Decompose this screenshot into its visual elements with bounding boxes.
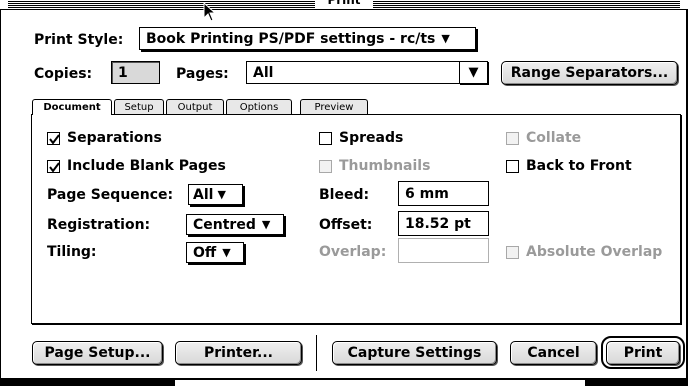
copies-label: Copies: (34, 66, 93, 82)
button-divider (316, 335, 317, 371)
collate-label: Collate (526, 130, 582, 146)
pages-label: Pages: (176, 66, 229, 82)
tab-preview[interactable]: Preview (300, 99, 368, 114)
tab-setup[interactable]: Setup (114, 99, 164, 114)
window-title: Print (315, 0, 373, 9)
thumbnails-label: Thumbnails (339, 158, 431, 174)
checkbox-box (506, 159, 519, 173)
print-style-value: Book Printing PS/PDF settings - rc/ts (146, 30, 436, 47)
tab-options[interactable]: Options (226, 99, 292, 114)
capture-settings-button[interactable]: Capture Settings (332, 341, 497, 365)
absolute-overlap-label: Absolute Overlap (526, 244, 663, 260)
bleed-label: Bleed: (319, 187, 370, 203)
checkbox-box (47, 131, 60, 145)
arrow-cursor-icon (203, 2, 217, 22)
page-sequence-popup[interactable]: All ▼ (188, 184, 243, 205)
collate-checkbox: Collate (506, 130, 581, 146)
checkbox-box (506, 245, 519, 259)
print-style-label: Print Style: (34, 32, 124, 48)
thumbnails-checkbox: Thumbnails (319, 158, 430, 174)
spreads-label: Spreads (339, 130, 404, 146)
include-blank-pages-checkbox[interactable]: Include Blank Pages (47, 158, 226, 174)
copies-field[interactable]: 1 (111, 61, 160, 84)
tab-output[interactable]: Output (166, 99, 224, 114)
tab-document[interactable]: Document (32, 99, 112, 115)
checkbox-box (319, 159, 332, 173)
triangle-down-icon: ▼ (222, 246, 231, 259)
absolute-overlap-checkbox: Absolute Overlap (506, 244, 662, 260)
triangle-down-icon: ▼ (217, 188, 226, 201)
spreads-checkbox[interactable]: Spreads (319, 130, 403, 146)
bleed-value: 6 mm (405, 185, 449, 202)
overlap-field (398, 238, 489, 263)
offset-field[interactable]: 18.52 pt (398, 211, 489, 236)
pages-value: All (253, 64, 274, 81)
include-blank-pages-label: Include Blank Pages (67, 158, 226, 174)
triangle-down-icon: ▼ (468, 65, 479, 80)
checkbox-box (319, 131, 332, 145)
page-sequence-label: Page Sequence: (47, 187, 174, 203)
checkmark-icon (49, 133, 60, 145)
offset-value: 18.52 pt (405, 215, 471, 232)
printer-button[interactable]: Printer... (175, 341, 302, 365)
checkbox-box (47, 159, 60, 173)
bleed-field[interactable]: 6 mm (398, 181, 489, 206)
cancel-button[interactable]: Cancel (510, 341, 597, 365)
back-to-front-label: Back to Front (526, 158, 632, 174)
separations-label: Separations (67, 130, 162, 146)
pages-field[interactable]: All (246, 61, 460, 84)
offset-label: Offset: (319, 217, 373, 233)
page-setup-button[interactable]: Page Setup... (32, 341, 163, 365)
checkbox-box (506, 131, 519, 145)
tiling-popup[interactable]: Off ▼ (186, 242, 244, 263)
tiling-label: Tiling: (47, 244, 97, 260)
print-button[interactable]: Print (606, 341, 680, 365)
range-separators-button[interactable]: Range Separators... (501, 61, 678, 85)
triangle-down-icon: ▼ (261, 218, 271, 231)
title-bar: Print (0, 0, 688, 10)
overlap-label: Overlap: (319, 244, 387, 260)
copies-value: 1 (118, 64, 128, 81)
triangle-down-icon: ▼ (441, 32, 450, 45)
separations-checkbox[interactable]: Separations (47, 130, 162, 146)
print-style-popup[interactable]: Book Printing PS/PDF settings - rc/ts ▼ (139, 27, 476, 50)
tiling-value: Off (193, 244, 217, 261)
back-to-front-checkbox[interactable]: Back to Front (506, 158, 632, 174)
page-sequence-value: All (193, 186, 214, 203)
registration-value: Centred (193, 216, 256, 233)
checkmark-icon (49, 161, 60, 173)
registration-popup[interactable]: Centred ▼ (186, 214, 284, 235)
pages-dropdown-button[interactable]: ▼ (459, 61, 488, 84)
window-bottom-edge (0, 378, 688, 386)
registration-label: Registration: (47, 217, 151, 233)
